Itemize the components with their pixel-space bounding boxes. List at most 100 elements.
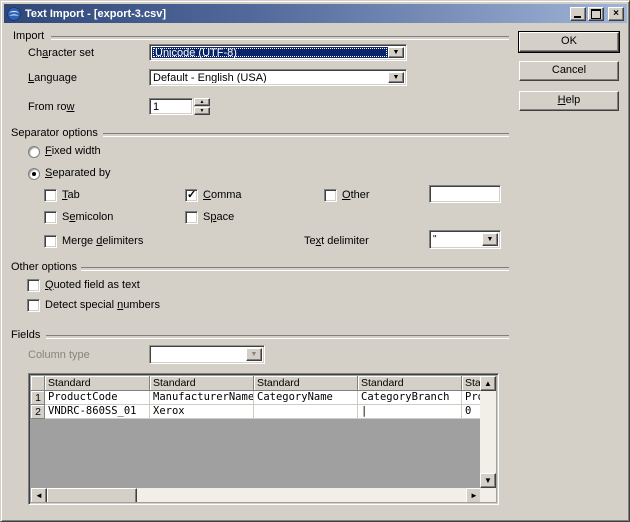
quoted-field-label[interactable]: Quoted field as text: [45, 279, 140, 292]
radio-dot-icon: [32, 172, 36, 176]
table-cell[interactable]: CategoryBranch: [358, 391, 462, 405]
semicolon-checkbox[interactable]: [44, 211, 57, 224]
text-delimiter-dropdown-button[interactable]: ▼: [482, 233, 498, 246]
other-separator-field[interactable]: [429, 185, 501, 203]
from-row-field[interactable]: [149, 98, 193, 115]
table-cell[interactable]: 0: [462, 405, 482, 419]
column-header[interactable]: Standard: [254, 376, 358, 391]
chevron-down-icon: ▼: [393, 74, 400, 81]
scroll-up-button[interactable]: ▲: [480, 376, 496, 391]
label-mnemonic: C: [203, 189, 211, 201]
corner-header-cell: [31, 376, 45, 391]
column-type-value: [153, 348, 245, 361]
scroll-down-icon: ▼: [484, 477, 492, 485]
titlebar[interactable]: Text Import - [export-3.csv] ×: [4, 4, 627, 23]
chevron-down-icon: ▼: [487, 236, 494, 243]
scroll-right-icon: ►: [470, 492, 478, 500]
text-import-dialog: Text Import - [export-3.csv] × Import Ch…: [0, 0, 630, 522]
vertical-scrollbar[interactable]: ▲ ▼: [480, 376, 496, 488]
other-checkbox[interactable]: [324, 189, 337, 202]
column-header[interactable]: Standard: [462, 376, 482, 391]
cancel-button[interactable]: Cancel: [519, 61, 619, 81]
group-label-fields: Fields: [11, 329, 40, 341]
chevron-down-icon: ▼: [251, 351, 258, 358]
comma-checkbox[interactable]: ✓: [185, 189, 198, 202]
semicolon-label[interactable]: Semicolon: [62, 211, 113, 224]
spin-up-icon: ▲: [200, 100, 205, 105]
table-cell[interactable]: CategoryName: [254, 391, 358, 405]
detect-special-numbers-label[interactable]: Detect special numbers: [45, 299, 160, 312]
label-text: umbers: [123, 299, 160, 311]
merge-delimiters-checkbox[interactable]: [44, 235, 57, 248]
fixed-width-label[interactable]: Fixed width: [45, 145, 101, 158]
spin-up-button[interactable]: ▲: [194, 98, 210, 106]
table-cell[interactable]: ProductCode: [45, 391, 150, 405]
maximize-icon: [591, 9, 601, 19]
label-text: omma: [211, 189, 242, 201]
label-text: Ch: [28, 47, 42, 59]
column-header[interactable]: Standard: [150, 376, 254, 391]
group-label-other-options: Other options: [11, 261, 77, 273]
label-text: elimiters: [102, 235, 143, 247]
spin-down-button[interactable]: ▼: [194, 107, 210, 115]
maximize-button[interactable]: [588, 7, 604, 21]
text-delimiter-value: ": [433, 233, 481, 246]
detect-special-numbers-checkbox[interactable]: [27, 299, 40, 312]
table-cell[interactable]: [254, 405, 358, 419]
label-text: t delimiter: [321, 235, 369, 247]
character-set-combobox[interactable]: Unicode (UTF-8) ▼: [149, 44, 407, 61]
language-label: Language: [28, 72, 77, 85]
language-dropdown-button[interactable]: ▼: [388, 72, 404, 83]
label-text: ixed width: [52, 145, 101, 157]
table-cell[interactable]: Pro: [462, 391, 482, 405]
table-row: 2 VNDRC-860SS_01 Xerox | 0: [31, 405, 482, 419]
help-button[interactable]: Help: [519, 91, 619, 111]
separated-by-radio[interactable]: [28, 168, 40, 180]
scroll-left-button[interactable]: ◄: [31, 488, 47, 502]
group-line-fields: [46, 335, 509, 339]
other-separator-input[interactable]: [430, 186, 500, 202]
label-text: racter set: [48, 47, 94, 59]
label-text: elp: [566, 94, 581, 106]
table-cell[interactable]: |: [358, 405, 462, 419]
table-cell[interactable]: VNDRC-860SS_01: [45, 405, 150, 419]
app-icon: [7, 7, 21, 21]
space-label[interactable]: Space: [203, 211, 234, 224]
label-text: Detect special: [45, 299, 117, 311]
close-button[interactable]: ×: [608, 7, 624, 21]
from-row-input[interactable]: [150, 99, 192, 114]
preview-table-inner: Standard Standard Standard Standard Stan…: [31, 376, 496, 502]
character-set-dropdown-button[interactable]: ▼: [388, 47, 404, 58]
scroll-down-button[interactable]: ▼: [480, 473, 496, 488]
horizontal-scrollbar[interactable]: ◄ ►: [31, 488, 482, 502]
column-header[interactable]: Standard: [358, 376, 462, 391]
scroll-left-icon: ◄: [35, 492, 43, 500]
merge-delimiters-label[interactable]: Merge delimiters: [62, 235, 143, 248]
quoted-field-checkbox[interactable]: [27, 279, 40, 292]
label-text: Te: [304, 235, 316, 247]
minimize-button[interactable]: [570, 7, 586, 21]
separated-by-label[interactable]: Separated by: [45, 167, 110, 180]
tab-checkbox[interactable]: [44, 189, 57, 202]
preview-table: Standard Standard Standard Standard Stan…: [28, 373, 499, 505]
chevron-down-icon: ▼: [393, 49, 400, 56]
label-text: uoted field as text: [54, 279, 140, 291]
scrollbar-thumb[interactable]: [47, 488, 137, 502]
label-mnemonic: O: [342, 189, 351, 201]
comma-label[interactable]: Comma: [203, 189, 242, 202]
group-label-separator-options: Separator options: [11, 127, 98, 139]
label-mnemonic: F: [45, 145, 52, 157]
column-header[interactable]: Standard: [45, 376, 150, 391]
text-delimiter-combobox[interactable]: " ▼: [429, 230, 501, 249]
table-cell[interactable]: ManufacturerName: [150, 391, 254, 405]
column-type-dropdown-button: ▼: [246, 348, 262, 361]
from-row-stepper: ▲ ▼: [194, 98, 210, 115]
ok-button[interactable]: OK: [519, 32, 619, 52]
table-cell[interactable]: Xerox: [150, 405, 254, 419]
language-combobox[interactable]: Default - English (USA) ▼: [149, 69, 407, 86]
label-text: ther: [351, 189, 370, 201]
tab-label[interactable]: Tab: [62, 189, 80, 202]
fixed-width-radio[interactable]: [28, 146, 40, 158]
space-checkbox[interactable]: [185, 211, 198, 224]
other-label[interactable]: Other: [342, 189, 370, 202]
